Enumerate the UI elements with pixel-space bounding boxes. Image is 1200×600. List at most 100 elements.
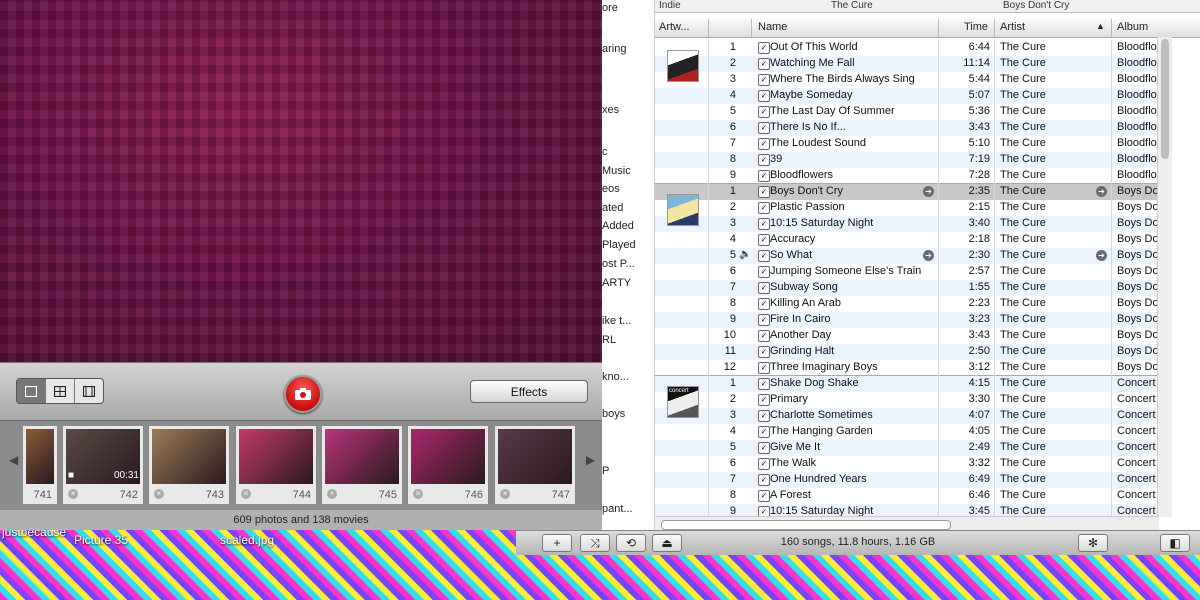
- table-row[interactable]: 9 ✓ 10:15 Saturday Night 3:45 The Cure Concer…: [655, 504, 1159, 516]
- track-checkbox[interactable]: ✓: [758, 410, 770, 422]
- track-checkbox[interactable]: ✓: [758, 314, 770, 326]
- track-checkbox[interactable]: ✓: [758, 442, 770, 454]
- sidebar-item[interactable]: Played: [602, 239, 636, 251]
- table-row[interactable]: 2 ✓ Primary 3:30 The Cure Concert: [655, 392, 1159, 408]
- photo-thumbnail[interactable]: × 00:31 ■ 742: [62, 425, 144, 505]
- movie-mode-button[interactable]: [75, 379, 103, 403]
- track-checkbox[interactable]: ✓: [758, 58, 770, 70]
- photo-thumbnail[interactable]: × 743: [148, 425, 230, 505]
- sidebar-item[interactable]: aring: [602, 43, 626, 55]
- sidebar-item[interactable]: ated: [602, 202, 623, 214]
- scroll-right-icon[interactable]: ▶: [586, 453, 595, 467]
- track-checkbox[interactable]: ✓: [758, 458, 770, 470]
- table-row[interactable]: 1 ✓ Boys Don't Cry 2:35 The Cure Boys Do ➔ ➔: [655, 184, 1159, 200]
- photo-thumbnail[interactable]: × 746: [407, 425, 489, 505]
- table-row[interactable]: 8 ✓ A Forest 6:46 The Cure Concert: [655, 488, 1159, 504]
- vertical-scrollbar[interactable]: [1157, 37, 1172, 517]
- sidebar-item[interactable]: ost P...: [602, 258, 635, 270]
- track-checkbox[interactable]: ✓: [758, 298, 770, 310]
- scroll-left-icon[interactable]: ◀: [9, 453, 18, 467]
- track-checkbox[interactable]: ✓: [758, 202, 770, 214]
- track-checkbox[interactable]: ✓: [758, 346, 770, 358]
- sidebar-item[interactable]: Added: [602, 220, 634, 232]
- go-to-arrow-icon[interactable]: ➔: [923, 186, 934, 197]
- track-checkbox[interactable]: ✓: [758, 74, 770, 86]
- table-row[interactable]: 5 🔈 ✓ So What 2:30 The Cure Boys Do ➔ ➔: [655, 248, 1159, 264]
- album-column-header[interactable]: Album: [1117, 21, 1148, 33]
- delete-photo-icon[interactable]: ×: [500, 489, 510, 499]
- track-checkbox[interactable]: ✓: [758, 234, 770, 246]
- track-checkbox[interactable]: ✓: [758, 506, 770, 516]
- track-checkbox[interactable]: ✓: [758, 378, 770, 390]
- table-row[interactable]: 3 ✓ 10:15 Saturday Night 3:40 The Cure Boys D…: [655, 216, 1159, 232]
- photo-thumbnail[interactable]: × 745: [321, 425, 403, 505]
- track-checkbox[interactable]: ✓: [758, 330, 770, 342]
- album-artwork[interactable]: [667, 50, 699, 82]
- track-checkbox[interactable]: ✓: [758, 42, 770, 54]
- track-checkbox[interactable]: ✓: [758, 490, 770, 502]
- table-row[interactable]: 11 ✓ Grinding Halt 2:50 The Cure Boys Do: [655, 344, 1159, 360]
- track-checkbox[interactable]: ✓: [758, 266, 770, 278]
- table-row[interactable]: 6 ✓ There Is No If... 3:43 The Cure Bloodflo: [655, 120, 1159, 136]
- sidebar-item[interactable]: eos: [602, 183, 620, 195]
- delete-photo-icon[interactable]: ×: [327, 489, 337, 499]
- single-photo-mode-button[interactable]: [17, 379, 46, 403]
- track-checkbox[interactable]: ✓: [758, 122, 770, 134]
- track-checkbox[interactable]: ✓: [758, 282, 770, 294]
- go-to-arrow-icon[interactable]: ➔: [1096, 250, 1107, 261]
- table-row[interactable]: 5 ✓ Give Me It 2:49 The Cure Concert: [655, 440, 1159, 456]
- sidebar-item[interactable]: P: [602, 465, 609, 477]
- table-row[interactable]: 7 ✓ The Loudest Sound 5:10 The Cure Bloodflo: [655, 136, 1159, 152]
- artwork-column-header[interactable]: Artw...: [659, 21, 690, 33]
- table-row[interactable]: 7 ✓ One Hundred Years 6:49 The Cure Concert: [655, 472, 1159, 488]
- browser-toggle-button[interactable]: ◧: [1160, 534, 1190, 552]
- table-row[interactable]: 2 ✓ Watching Me Fall 11:14 The Cure Bloodflo: [655, 56, 1159, 72]
- table-row[interactable]: 10 ✓ Another Day 3:43 The Cure Boys Do: [655, 328, 1159, 344]
- track-checkbox[interactable]: ✓: [758, 218, 770, 230]
- sidebar-item[interactable]: RL: [602, 334, 616, 346]
- go-to-arrow-icon[interactable]: ➔: [1096, 186, 1107, 197]
- four-up-mode-button[interactable]: [46, 379, 75, 403]
- track-checkbox[interactable]: ✓: [758, 362, 770, 374]
- album-artwork[interactable]: concert: [667, 386, 699, 418]
- track-checkbox[interactable]: ✓: [758, 474, 770, 486]
- sidebar-item[interactable]: xes: [602, 104, 619, 116]
- track-checkbox[interactable]: ✓: [758, 250, 770, 262]
- sidebar-item[interactable]: boys: [602, 408, 625, 420]
- sidebar-item[interactable]: Music: [602, 165, 631, 177]
- delete-photo-icon[interactable]: ×: [154, 489, 164, 499]
- table-row[interactable]: 7 ✓ Subway Song 1:55 The Cure Boys Do: [655, 280, 1159, 296]
- table-row[interactable]: 12 ✓ Three Imaginary Boys 3:12 The Cure Boys …: [655, 360, 1159, 376]
- track-checkbox[interactable]: ✓: [758, 154, 770, 166]
- table-row[interactable]: 8 ✓ Killing An Arab 2:23 The Cure Boys Do: [655, 296, 1159, 312]
- track-checkbox[interactable]: ✓: [758, 170, 770, 182]
- sidebar-item[interactable]: ore: [602, 2, 618, 14]
- table-row[interactable]: 9 ✓ Fire In Cairo 3:23 The Cure Boys Do: [655, 312, 1159, 328]
- sidebar-item[interactable]: c: [602, 146, 608, 158]
- photo-thumbnail[interactable]: × 744: [235, 425, 317, 505]
- table-row[interactable]: 2 ✓ Plastic Passion 2:15 The Cure Boys Do: [655, 200, 1159, 216]
- desktop-file-label[interactable]: scaled.jpg: [220, 533, 274, 547]
- table-row[interactable]: 6 ✓ Jumping Someone Else's Train 2:57 The Cu…: [655, 264, 1159, 280]
- track-checkbox[interactable]: ✓: [758, 106, 770, 118]
- name-column-header[interactable]: Name: [758, 21, 787, 33]
- browser-artist[interactable]: The Cure: [831, 0, 873, 11]
- table-row[interactable]: 4 ✓ Accuracy 2:18 The Cure Boys Do: [655, 232, 1159, 248]
- table-row[interactable]: 9 ✓ Bloodflowers 7:28 The Cure Bloodflo: [655, 168, 1159, 184]
- go-to-arrow-icon[interactable]: ➔: [923, 250, 934, 261]
- sidebar-item[interactable]: pant...: [602, 503, 633, 515]
- desktop-file-label[interactable]: Picture 35: [74, 533, 128, 547]
- horizontal-scrollbar[interactable]: [655, 516, 1159, 530]
- photo-thumbnail[interactable]: 741: [22, 425, 58, 505]
- sidebar-item[interactable]: ARTY: [602, 277, 631, 289]
- delete-photo-icon[interactable]: ×: [241, 489, 251, 499]
- take-photo-button[interactable]: [284, 375, 322, 413]
- delete-photo-icon[interactable]: ×: [413, 489, 423, 499]
- table-row[interactable]: 3 ✓ Charlotte Sometimes 4:07 The Cure Concert: [655, 408, 1159, 424]
- track-checkbox[interactable]: ✓: [758, 186, 770, 198]
- table-row[interactable]: 3 ✓ Where The Birds Always Sing 5:44 The Cur…: [655, 72, 1159, 88]
- table-row[interactable]: 1 ✓ Shake Dog Shake 4:15 The Cure Concert: [655, 376, 1159, 392]
- browser-genre[interactable]: Indie: [659, 0, 681, 11]
- track-checkbox[interactable]: ✓: [758, 426, 770, 438]
- table-row[interactable]: 4 ✓ Maybe Someday 5:07 The Cure Bloodflo: [655, 88, 1159, 104]
